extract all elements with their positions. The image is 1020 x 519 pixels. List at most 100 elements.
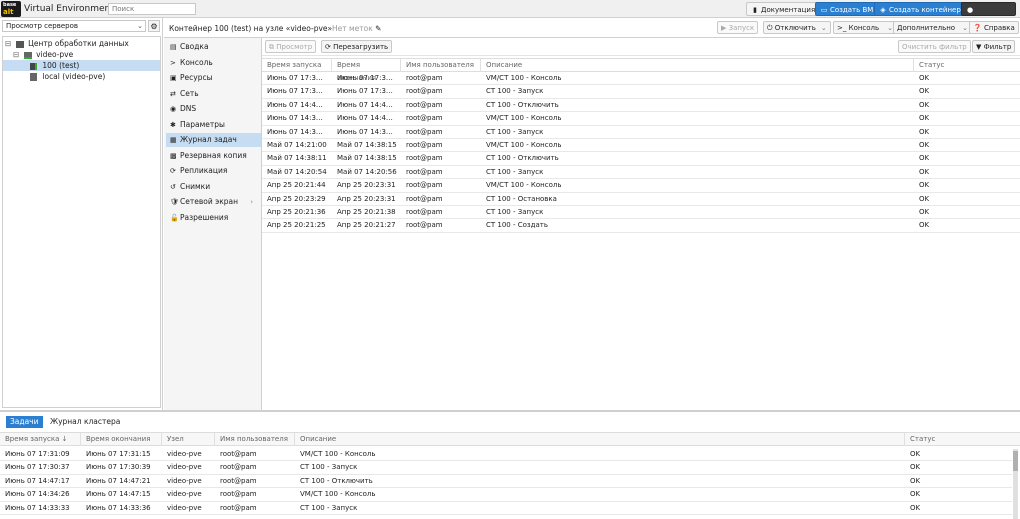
nav-item-label: Ресурсы [180, 73, 213, 82]
nav-item-replication[interactable]: ⟳ Репликация [166, 164, 261, 178]
server-rack-icon [15, 40, 24, 48]
nav-item-snapshots[interactable]: ↺ Снимки [166, 180, 261, 194]
search-input[interactable] [108, 3, 196, 15]
column-header-user[interactable]: Имя пользователя [401, 59, 481, 72]
column-header-end[interactable]: Время окончания [332, 59, 401, 82]
user-cell: root@pam [406, 167, 443, 176]
description-cell: CT 100 - Запуск [486, 87, 544, 96]
table-row[interactable]: Апр 25 20:21:36 Апр 25 20:21:38 root@pam CT… [262, 206, 1020, 220]
chevron-down-icon[interactable]: ⌄ [962, 24, 968, 32]
tree-item-node[interactable]: ⊟ video-pve [13, 49, 159, 60]
reload-button[interactable]: ⟳ Перезагрузить [321, 40, 393, 53]
chevron-right-icon[interactable]: › [250, 195, 253, 209]
nav-item-backup[interactable]: ▩ Резервная копия [166, 149, 261, 163]
table-row[interactable]: Июнь 07 17:31:09 Июнь 07 17:31:15 video-pv… [0, 448, 1012, 462]
more-button[interactable]: Дополнительно ⌄ [893, 21, 972, 34]
backup-icon: ▩ [170, 151, 177, 160]
collapse-icon[interactable]: ⊟ [13, 50, 19, 59]
description-cell: VM/CT 100 - Консоль [300, 490, 376, 499]
nav-item-options[interactable]: ✱ Параметры [166, 118, 261, 132]
tab-cluster-log[interactable]: Журнал кластера [46, 416, 124, 428]
table-row[interactable]: Апр 25 20:23:29 Апр 25 20:23:31 root@pam CT… [262, 193, 1020, 206]
table-row[interactable]: Июнь 07 14:47:17 Июнь 07 14:47:21 video-pv… [0, 475, 1012, 489]
table-row[interactable]: Апр 25 20:21:25 Апр 25 20:21:27 root@pam CT… [262, 219, 1020, 233]
column-header-start[interactable]: Время запуска [262, 59, 332, 72]
nav-item-permissions[interactable]: 🔓Разрешения [166, 211, 261, 225]
table-row[interactable]: Июнь 07 17:3… Июнь 07 17:3… root@pam CT 100… [262, 85, 1020, 99]
resource-tree: ⊟ Центр обработки данных ⊟ video-pve 100… [2, 36, 161, 408]
description-cell: CT 100 - Запуск [486, 167, 544, 176]
top-bar: base alt Virtual Environment ▮ Документац… [0, 0, 1020, 18]
table-row[interactable]: Июнь 07 14:4… Июнь 07 14:4… root@pam CT 100… [262, 99, 1020, 113]
table-row[interactable]: Май 07 14:21:00 Май 07 14:38:15 root@pam VM… [262, 139, 1020, 153]
column-header-start[interactable]: Время запуска ↓ [0, 433, 81, 446]
tree-item-datacenter[interactable]: ⊟ Центр обработки данных [5, 38, 159, 49]
collapse-icon[interactable]: ⊟ [5, 39, 11, 48]
gear-button[interactable]: ⚙ [148, 20, 160, 32]
column-header-description[interactable]: Описание [295, 433, 905, 446]
console-button[interactable]: >_ Консоль ⌄ [833, 21, 898, 34]
nav-item-dns[interactable]: ◉ DNS [166, 102, 261, 116]
create-container-label: Создать контейнер [889, 6, 961, 14]
status-cell: OK [910, 450, 921, 458]
user-menu-button[interactable]: ● [961, 2, 1016, 16]
end-time-cell: Июнь 07 14:4… [337, 114, 393, 123]
nav-item-network[interactable]: ⇄ Сеть [166, 87, 261, 101]
start-time-cell: Апр 25 20:23:29 [267, 194, 326, 203]
table-row[interactable]: Июнь 07 17:3… Июнь 07 17:3… root@pam VM/CT … [262, 72, 1020, 86]
pencil-icon[interactable]: ✎ [375, 24, 381, 33]
documentation-button[interactable]: ▮ Документация [746, 2, 821, 16]
nav-item-task-log[interactable]: ▦ Журнал задач [166, 133, 261, 147]
tree-item-storage[interactable]: local (video-pve) [30, 71, 159, 82]
description-cell: VM/CT 100 - Консоль [486, 181, 562, 190]
chevron-down-icon[interactable]: ⌄ [821, 24, 827, 32]
column-header-status[interactable]: Статус [905, 433, 1012, 446]
nav-item-label: Журнал задач [180, 135, 237, 144]
view-select[interactable]: Просмотр серверов ⌄ [2, 20, 146, 32]
table-row[interactable]: Июнь 07 14:33:33 Июнь 07 14:33:36 video-pv… [0, 502, 1012, 515]
page-title: Контейнер 100 (test) на узле «video-pve» [169, 24, 333, 33]
clear-filter-button[interactable]: Очистить фильтр [898, 40, 971, 53]
shutdown-button[interactable]: ⏻ Отключить ⌄ [763, 21, 831, 34]
view-button[interactable]: ⧉ Просмотр [265, 40, 317, 53]
user-cell: root@pam [406, 154, 443, 163]
column-header-node[interactable]: Узел [162, 433, 215, 446]
table-row[interactable]: Июнь 07 14:3… Июнь 07 14:4… root@pam VM/CT … [262, 112, 1020, 126]
logo-bottom-text: alt [3, 8, 14, 16]
description-cell: CT 100 - Запуск [300, 503, 358, 512]
create-vm-button[interactable]: ▭ Создать ВМ [815, 2, 879, 16]
scrollbar-thumb[interactable] [1013, 451, 1018, 471]
table-row[interactable]: Июнь 07 14:3… Июнь 07 14:3… root@pam CT 100… [262, 126, 1020, 139]
table-row[interactable]: Апр 25 20:21:44 Апр 25 20:23:31 root@pam VM… [262, 179, 1020, 193]
tree-item-container[interactable]: 100 (test) [3, 60, 160, 71]
start-button[interactable]: ▶ Запуск [717, 21, 759, 34]
nav-item-label: DNS [180, 104, 197, 113]
scrollbar[interactable] [1013, 449, 1018, 519]
help-button[interactable]: ❓ Справка [969, 21, 1019, 34]
description-cell: VM/CT 100 - Консоль [486, 74, 562, 82]
tags-field[interactable]: Нет меток ✎ [332, 24, 381, 33]
user-cell: root@pam [220, 463, 257, 472]
status-cell: OK [910, 463, 921, 472]
node-cell: video-pve [167, 503, 202, 512]
nav-item-resources[interactable]: ▣ Ресурсы [166, 71, 261, 85]
tab-tasks[interactable]: Задачи [6, 416, 43, 428]
nav-item-label: Сеть [180, 88, 199, 98]
description-cell: CT 100 - Запуск [486, 127, 544, 136]
column-header-status[interactable]: Статус [914, 59, 1020, 72]
table-row[interactable]: Июнь 07 14:34:26 Июнь 07 14:47:15 video-pv… [0, 488, 1012, 502]
nav-item-console[interactable]: > Консоль [166, 56, 261, 70]
table-row[interactable]: Июнь 07 17:30:37 Июнь 07 17:30:39 video-pv… [0, 461, 1012, 475]
table-row[interactable]: Май 07 14:38:11 Май 07 14:38:15 root@pam CT… [262, 152, 1020, 166]
column-header-user[interactable]: Имя пользователя [215, 433, 295, 446]
play-icon: ▶ [721, 24, 729, 32]
column-header-description[interactable]: Описание [481, 59, 914, 72]
create-container-button[interactable]: ◈ Создать контейнер [874, 2, 966, 16]
table-row[interactable]: Май 07 14:20:54 Май 07 14:20:56 root@pam CT… [262, 166, 1020, 180]
description-cell: VM/CT 100 - Консоль [486, 114, 562, 123]
end-time-cell: Июнь 07 14:47:21 [86, 476, 151, 485]
column-header-end[interactable]: Время окончания [81, 433, 162, 446]
nav-item-firewall[interactable]: 🛡Сетевой экран › [166, 195, 261, 209]
filter-button[interactable]: ▼ Фильтр [972, 40, 1016, 53]
nav-item-summary[interactable]: ▤ Сводка [166, 40, 261, 54]
